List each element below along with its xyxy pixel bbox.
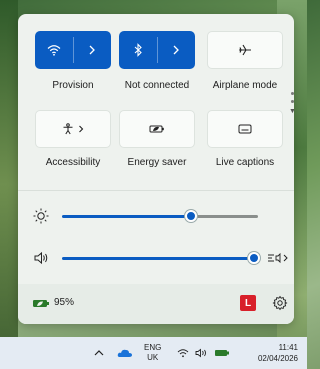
- wifi-toggle[interactable]: [35, 31, 73, 69]
- section-divider: [18, 190, 294, 191]
- battery-status[interactable]: 95%: [32, 297, 74, 308]
- bluetooth-icon: [134, 43, 142, 57]
- volume-slider-row: [18, 246, 294, 270]
- brightness-slider-track[interactable]: [191, 215, 258, 218]
- wifi-tile[interactable]: [35, 31, 111, 69]
- wifi-icon: [47, 45, 61, 56]
- bluetooth-tile-label: Not connected: [124, 80, 190, 91]
- energy-saver-tile-label: Energy saver: [127, 157, 187, 168]
- onedrive-button[interactable]: [116, 346, 134, 360]
- battery-icon: [33, 299, 49, 307]
- user-initial: L: [244, 297, 252, 309]
- brightness-slider-thumb[interactable]: [185, 210, 198, 222]
- volume-slider-thumb[interactable]: [248, 252, 261, 264]
- energy-saver-tile[interactable]: [119, 110, 195, 148]
- settings-button[interactable]: [272, 295, 288, 311]
- show-hidden-icons-button[interactable]: [92, 346, 106, 360]
- taskbar: ENG UK 11:41 02/04/2026: [0, 337, 307, 369]
- desktop-wallpaper-left: [0, 0, 18, 369]
- audio-output-button[interactable]: [266, 250, 290, 266]
- live-captions-tile-label: Live captions: [215, 157, 275, 168]
- language-code: ENG: [144, 343, 162, 352]
- language-indicator[interactable]: ENG UK: [144, 343, 161, 363]
- page-dot[interactable]: [290, 100, 294, 103]
- accessibility-icon: [63, 123, 73, 135]
- quick-settings-panel: Provision Not connected Airplane mode Ac…: [18, 14, 294, 324]
- chevron-right-icon: [173, 45, 180, 55]
- system-tray-status[interactable]: [176, 345, 230, 361]
- accessibility-tile[interactable]: [35, 110, 111, 148]
- chevron-right-icon: [89, 45, 96, 55]
- brightness-slider-row: [18, 204, 294, 228]
- taskbar-clock[interactable]: 11:41 02/04/2026: [240, 342, 298, 364]
- volume-slider-fill: [62, 257, 255, 260]
- brightness-icon: [33, 208, 49, 224]
- airplane-tile-label: Airplane mode: [212, 80, 278, 91]
- audio-output-icon: [268, 252, 288, 264]
- chevron-down-icon[interactable]: ▼: [289, 108, 294, 115]
- chevron-up-icon: [94, 350, 104, 356]
- keyboard-layout: UK: [147, 353, 159, 362]
- wifi-tile-label: Provision: [52, 80, 94, 91]
- wifi-expand-button[interactable]: [74, 31, 112, 69]
- airplane-mode-tile[interactable]: [207, 31, 283, 69]
- clock-time: 11:41: [278, 343, 298, 352]
- page-dot[interactable]: [290, 92, 294, 95]
- speaker-icon: [34, 251, 48, 265]
- cloud-icon: [117, 349, 132, 357]
- battery-percentage: 95%: [54, 297, 75, 308]
- clock-date: 02/04/2026: [257, 354, 298, 363]
- bluetooth-tile[interactable]: [119, 31, 195, 69]
- gear-icon: [272, 295, 288, 311]
- chevron-right-icon: [79, 125, 84, 133]
- accessibility-tile-label: Accessibility: [45, 157, 101, 168]
- live-captions-icon: [238, 124, 252, 134]
- quick-settings-footer: 95% L: [18, 284, 294, 324]
- bluetooth-toggle[interactable]: [119, 31, 157, 69]
- tile-page-indicator[interactable]: ▼: [289, 92, 294, 115]
- bluetooth-expand-button[interactable]: [158, 31, 196, 69]
- quick-settings-tiles: Provision Not connected Airplane mode Ac…: [18, 14, 294, 204]
- battery-icon: [214, 350, 229, 356]
- brightness-slider-fill: [62, 215, 192, 218]
- wifi-icon: [177, 349, 188, 358]
- user-avatar[interactable]: L: [240, 295, 256, 311]
- live-captions-tile[interactable]: [207, 110, 283, 148]
- speaker-icon: [195, 348, 206, 358]
- airplane-icon: [239, 44, 251, 56]
- energy-saver-icon: [149, 125, 164, 133]
